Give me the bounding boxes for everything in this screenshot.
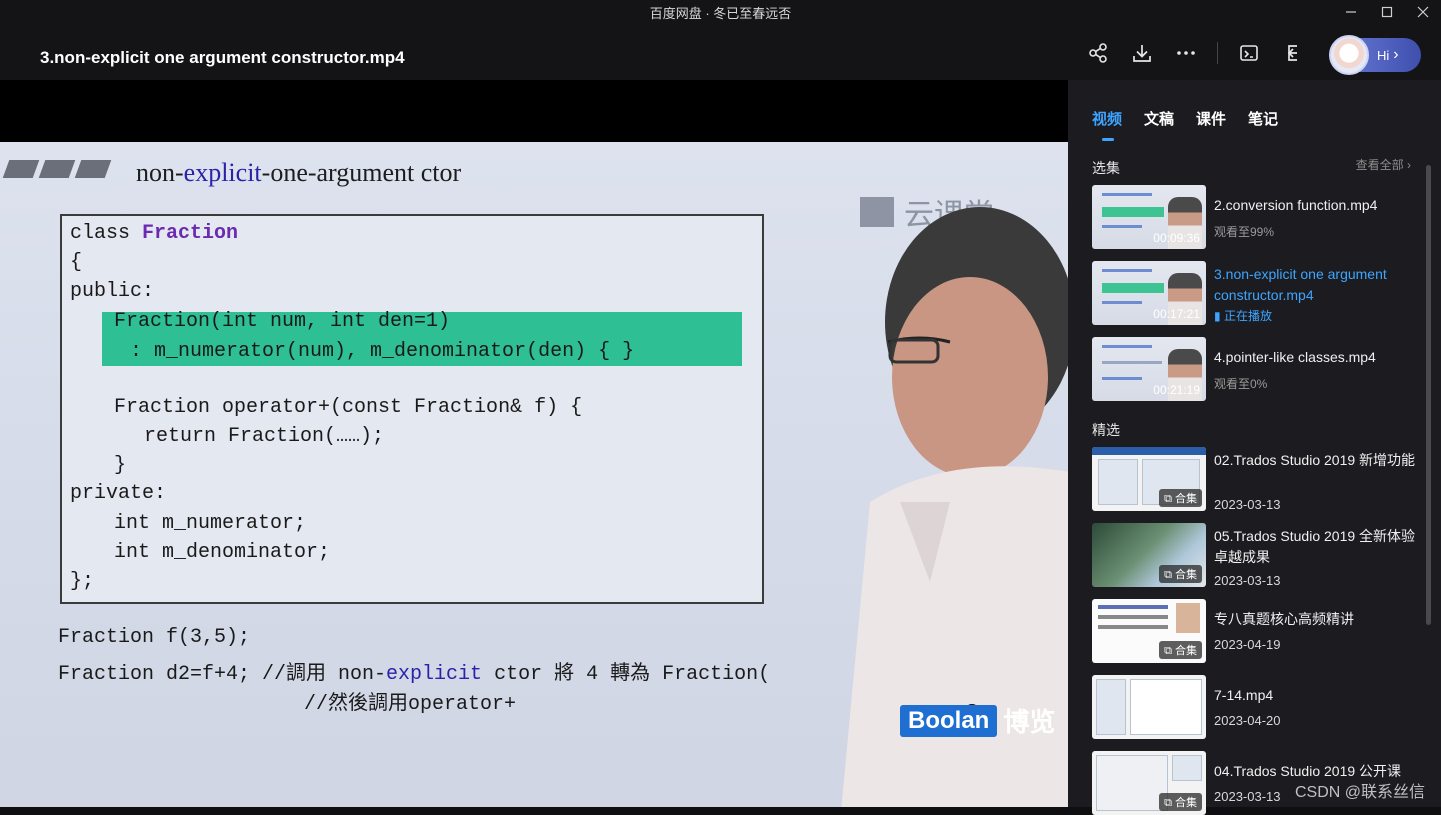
episode-title: 4.pointer-like classes.mp4 [1214,349,1376,365]
featured-item[interactable]: 7-14.mp4 2023-04-20 [1092,675,1422,739]
episode-duration: 00:09:36 [1153,231,1200,245]
assistant-button[interactable]: Hi › [1329,35,1421,75]
episode-title: 2.conversion function.mp4 [1214,197,1378,213]
collection-badge: ⧉ 合集 [1159,793,1202,811]
episode-title: 3.non-explicit one argument constructor.… [1214,266,1387,303]
code-line: Fraction(int num, int den=1) [114,310,451,333]
featured-thumbnail: ⧉ 合集 [1092,751,1206,815]
tab-transcript[interactable]: 文稿 [1144,108,1174,129]
featured-heading: 精选 [1092,422,1120,438]
featured-title: 02.Trados Studio 2019 新增功能 [1214,452,1416,468]
minimize-icon[interactable] [1333,0,1369,24]
featured-thumbnail [1092,675,1206,739]
featured-title: 专八真题核心高频精讲 [1214,611,1354,627]
brand-logo: Boolan 博览 [900,702,1055,739]
episode-thumbnail: 00:09:36 [1092,185,1206,249]
featured-item[interactable]: ⧉ 合集 02.Trados Studio 2019 新增功能 2023-03-… [1092,447,1422,512]
featured-date: 2023-04-19 [1214,637,1281,652]
brand-name-cn: 博览 [1003,707,1056,737]
source-watermark: CSDN @联系丝信 [1294,784,1425,801]
code-line: }; [70,570,95,593]
window-titlebar: 百度网盘 · 冬已至春远否 [0,0,1441,24]
tab-notes[interactable]: 笔记 [1248,108,1278,129]
brand-name: Boolan [900,704,998,737]
code-line: Fraction operator+(const Fraction& f) { [114,396,583,419]
featured-date: 2023-03-13 [1214,573,1281,588]
featured-title: 7-14.mp4 [1214,687,1274,703]
equalizer-icon: ▮ [1214,309,1224,323]
episode-status: 观看至99% [1214,225,1275,239]
layers-icon: ⧉ [1164,493,1175,505]
window-controls [1333,0,1441,24]
slide-title-post: -one-argument ctor [261,158,462,187]
video-title: 3.non-explicit one argument constructor.… [40,48,405,67]
player-header: 3.non-explicit one argument constructor.… [0,24,1441,80]
example-line: //然後調用operator+ [304,693,517,716]
episode-item[interactable]: 00:09:36 2.conversion function.mp4 观看至99… [1092,185,1422,249]
panel-scrollbar[interactable] [1426,165,1431,625]
code-line: class Fraction [70,222,239,245]
share-icon[interactable] [1085,40,1111,66]
episode-item[interactable]: 00:21:19 4.pointer-like classes.mp4 观看至0… [1092,337,1422,401]
code-line: : m_numerator(num), m_denominator(den) {… [130,340,635,363]
episode-item-current[interactable]: 00:17:21 3.non-explicit one argument con… [1092,261,1422,325]
episode-thumbnail: 00:17:21 [1092,261,1206,325]
layers-icon: ⧉ [1164,797,1175,809]
collection-badge: ⧉ 合集 [1159,489,1202,507]
more-icon[interactable] [1173,40,1199,66]
featured-item[interactable]: ⧉ 合集 专八真题核心高频精讲 2023-04-19 [1092,599,1422,663]
float-window-icon[interactable] [1280,40,1306,66]
example-line: Fraction d2=f+4; //調用 non-explicit ctor … [58,663,771,686]
featured-date: 2023-03-13 [1214,497,1281,512]
layers-icon: ⧉ [1164,569,1175,581]
episodes-heading: 选集 [1092,160,1120,176]
assistant-label: Hi [1377,47,1390,63]
code-line: public: [70,280,155,303]
download-icon[interactable] [1129,40,1155,66]
example-line: Fraction f(3,5); [58,626,251,649]
featured-date: 2023-04-20 [1214,713,1281,728]
episode-status: 观看至0% [1214,377,1268,391]
video-player[interactable]: non-explicit-one-argument ctor 云课堂 class… [0,80,1068,807]
tab-courseware[interactable]: 课件 [1196,108,1226,129]
code-line: int m_denominator; [114,541,331,564]
slide-title: non-explicit-one-argument ctor [136,158,461,188]
screenshot-icon[interactable] [1236,40,1262,66]
episode-duration: 00:17:21 [1153,307,1200,321]
code-line: int m_numerator; [114,512,307,535]
collection-badge: ⧉ 合集 [1159,641,1202,659]
header-actions [1067,40,1306,66]
featured-title: 05.Trados Studio 2019 全新体验 卓越成果 [1214,528,1416,565]
maximize-icon[interactable] [1369,0,1405,24]
featured-thumbnail: ⧉ 合集 [1092,447,1206,511]
chevron-right-icon: › [1393,46,1399,63]
close-icon[interactable] [1405,0,1441,24]
featured-thumbnail: ⧉ 合集 [1092,523,1206,587]
episode-duration: 00:21:19 [1153,383,1200,397]
header-divider [1217,42,1218,64]
assistant-avatar [1329,35,1369,75]
side-panel: 视频 文稿 课件 笔记 选集 查看全部 › 00:09:36 2.convers… [1068,80,1441,815]
slide-title-pre: non- [136,158,184,187]
featured-date: 2023-03-13 [1214,789,1281,804]
code-line: } [114,454,127,477]
code-line: private: [70,482,167,505]
code-line: return Fraction(……); [144,425,385,448]
slide-title-keyword: explicit [183,158,262,187]
featured-item[interactable]: ⧉ 合集 05.Trados Studio 2019 全新体验 卓越成果 202… [1092,523,1422,588]
panel-tabs: 视频 文稿 课件 笔记 [1092,108,1300,141]
window-title: 百度网盘 · 冬已至春远否 [649,5,792,21]
code-line: { [70,251,83,274]
layers-icon: ⧉ [1164,645,1175,657]
episode-status: ▮ 正在播放 [1214,309,1272,323]
video-frame: non-explicit-one-argument ctor 云课堂 class… [0,142,1068,807]
slide-decoration [2,160,114,178]
view-all-link[interactable]: 查看全部 › [1356,156,1411,173]
tab-video[interactable]: 视频 [1092,108,1122,141]
featured-thumbnail: ⧉ 合集 [1092,599,1206,663]
episode-thumbnail: 00:21:19 [1092,337,1206,401]
collection-badge: ⧉ 合集 [1159,565,1202,583]
